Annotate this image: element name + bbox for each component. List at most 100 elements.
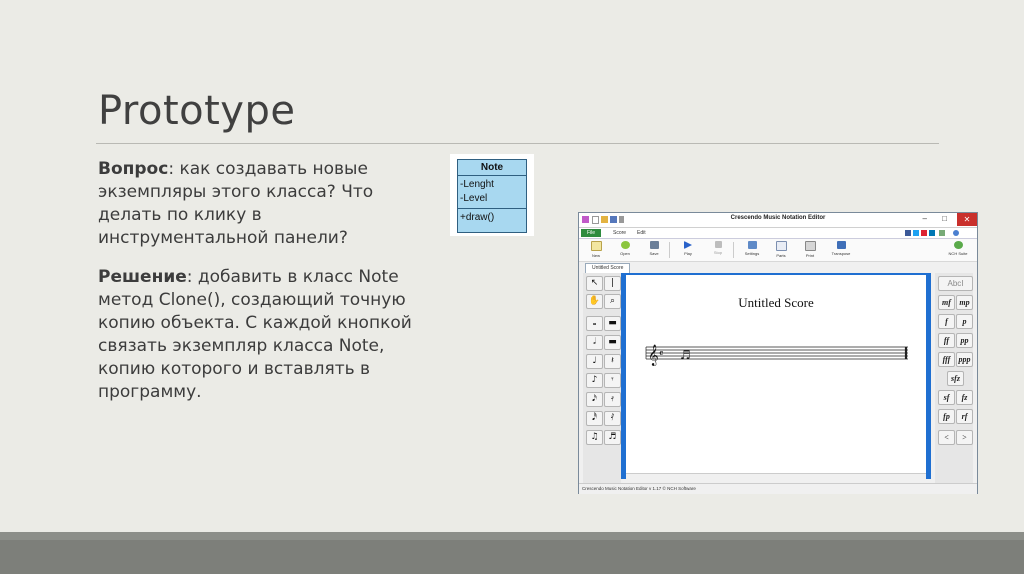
eighth-note-icon[interactable]: ♪ — [586, 373, 603, 388]
whole-note-icon[interactable]: 𝅝 — [586, 316, 603, 331]
parts-button[interactable]: Parts — [770, 241, 792, 258]
dynamic-fz-button[interactable]: fz — [956, 390, 973, 405]
dynamic-rf-button[interactable]: rf — [956, 409, 973, 424]
slide-footer-stripe — [0, 532, 1024, 540]
thirty-second-note-icon[interactable]: 𝅘𝅥𝅰 — [586, 411, 603, 426]
close-icon[interactable]: ✕ — [957, 213, 977, 226]
toolbar-label: Transpose — [831, 251, 851, 256]
hand-tool-icon[interactable]: ✋ — [586, 294, 603, 309]
stop-button[interactable]: Stop — [707, 241, 729, 255]
dynamic-ppp-button[interactable]: ppp — [956, 352, 973, 367]
sixteenth-rest-icon[interactable]: 𝄿 — [604, 392, 621, 407]
uml-operations: +draw() — [458, 209, 526, 226]
eighth-rest-icon[interactable]: 𝄾 — [604, 373, 621, 388]
uml-attributes: -Lenght -Level — [458, 176, 526, 209]
window-titlebar: Crescendo Music Notation Editor – □ ✕ — [579, 213, 977, 228]
dynamic-f-button[interactable]: f — [938, 314, 955, 329]
toolbar-label: Stop — [713, 250, 723, 255]
uml-operation: +draw() — [460, 212, 495, 223]
dynamic-ff-button[interactable]: ff — [938, 333, 955, 348]
tab-score[interactable]: Score — [607, 229, 632, 237]
toolbar-label: Print — [805, 253, 815, 258]
dynamic-p-button[interactable]: p — [956, 314, 973, 329]
question-label: Вопрос — [98, 159, 169, 179]
stop-icon — [714, 241, 722, 248]
score-page[interactable]: Untitled Score 𝄞 𝄴 ♬ — [626, 275, 926, 473]
solution-paragraph: Решение: добавить в класс Note метод Clo… — [98, 266, 428, 404]
status-text: Crescendo Music Notation Editor v 1.17 ©… — [582, 486, 696, 491]
parts-icon — [775, 241, 787, 251]
status-bar: Crescendo Music Notation Editor v 1.17 ©… — [579, 483, 977, 494]
thirty-second-rest-icon[interactable]: 𝅀 — [604, 411, 621, 426]
pointer-tool-icon[interactable]: ↖ — [586, 276, 603, 291]
toolbar-separator — [733, 242, 734, 258]
dynamic-sf-button[interactable]: sf — [938, 390, 955, 405]
dynamic-fff-button[interactable]: fff — [938, 352, 955, 367]
uml-class-box: Note -Lenght -Level +draw() — [457, 159, 527, 233]
tab-edit[interactable]: Edit — [631, 229, 652, 237]
toolbar: New Open Save Play Stop Settings Parts P… — [579, 239, 977, 262]
google-icon[interactable] — [921, 230, 927, 236]
open-button[interactable]: Open — [614, 241, 636, 256]
dynamics-palette: AbcI mf mp f p ff pp fff ppp sfz sf fz f… — [935, 273, 973, 483]
uml-class-name: Note — [458, 160, 526, 176]
uml-attribute: -Lenght — [460, 179, 494, 190]
print-button[interactable]: Print — [799, 241, 821, 258]
save-button[interactable]: Save — [643, 241, 665, 256]
toolbar-label: Save — [649, 251, 659, 256]
transpose-icon — [836, 241, 846, 249]
tab-file[interactable]: File — [581, 229, 602, 237]
tab-untitled-score[interactable]: Untitled Score — [585, 263, 631, 273]
transpose-button[interactable]: Transpose — [830, 241, 852, 256]
dynamic-mp-button[interactable]: mp — [956, 295, 973, 310]
text-tool-button[interactable]: AbcI — [938, 276, 973, 291]
title-divider — [96, 143, 939, 144]
sixteenth-note-icon[interactable]: 𝅘𝅥𝅯 — [586, 392, 603, 407]
minimize-icon[interactable]: – — [923, 215, 927, 223]
tie-notes-icon[interactable]: ♬ — [604, 430, 621, 445]
half-note-icon[interactable]: 𝅗𝅥 — [586, 335, 603, 350]
barline-tool-icon[interactable]: | — [604, 276, 621, 291]
uml-attribute: -Level — [460, 193, 488, 204]
beamed-notes-icon[interactable]: ♫ — [586, 430, 603, 445]
nch-suite-button[interactable]: NCH Suite — [947, 241, 969, 256]
staff-svg: 𝄞 𝄴 ♬ — [645, 345, 908, 366]
nch-suite-icon — [953, 241, 963, 249]
crescendo-button[interactable]: < — [938, 430, 955, 445]
decrescendo-button[interactable]: > — [956, 430, 973, 445]
quarter-note-icon[interactable]: ♩ — [586, 354, 603, 369]
new-icon — [590, 241, 602, 251]
maximize-icon[interactable]: □ — [942, 215, 947, 223]
toolbar-label: Open — [620, 251, 630, 256]
facebook-icon[interactable] — [905, 230, 911, 236]
whole-rest-icon[interactable]: ▬ — [604, 316, 621, 331]
dynamic-fp-button[interactable]: fp — [938, 409, 955, 424]
toolbar-label: New — [591, 253, 600, 258]
quarter-rest-icon[interactable]: 𝄽 — [604, 354, 621, 369]
settings-toolbar-icon — [747, 241, 757, 249]
play-icon — [684, 241, 692, 249]
help-icon[interactable] — [953, 230, 959, 236]
zoom-tool-icon[interactable]: ⌕ — [604, 294, 621, 309]
treble-clef-icon: 𝄞 — [648, 345, 659, 366]
settings-icon[interactable] — [939, 230, 945, 236]
new-button[interactable]: New — [585, 241, 607, 258]
horizontal-scrollbar[interactable] — [626, 473, 926, 480]
solution-label: Решение — [98, 267, 187, 287]
menu-bar: File Score Edit — [579, 228, 977, 239]
dynamic-mf-button[interactable]: mf — [938, 295, 955, 310]
half-rest-icon[interactable]: ▬ — [604, 335, 621, 350]
toolbar-label: NCH Suite — [948, 251, 968, 256]
play-button[interactable]: Play — [677, 241, 699, 256]
dynamic-sfz-button[interactable]: sfz — [947, 371, 964, 386]
time-signature-icon: 𝄴 — [659, 349, 663, 360]
note-palette: ↖ | ✋ ⌕ 𝅝 ▬ 𝅗𝅥 ▬ ♩ 𝄽 ♪ 𝄾 𝅘𝅥𝅯 𝄿 𝅘𝅥𝅰 𝅀 ♫ ♬ — [583, 273, 621, 483]
twitter-icon[interactable] — [913, 230, 919, 236]
linkedin-icon[interactable] — [929, 230, 935, 236]
dynamic-pp-button[interactable]: pp — [956, 333, 973, 348]
settings-button[interactable]: Settings — [741, 241, 763, 256]
toolbar-label: Play — [684, 251, 692, 256]
solution-text: : добавить в класс Note метод Clone(), с… — [98, 267, 412, 402]
toolbar-label: Settings — [744, 251, 760, 256]
crescendo-window: Crescendo Music Notation Editor – □ ✕ Fi… — [578, 212, 978, 494]
